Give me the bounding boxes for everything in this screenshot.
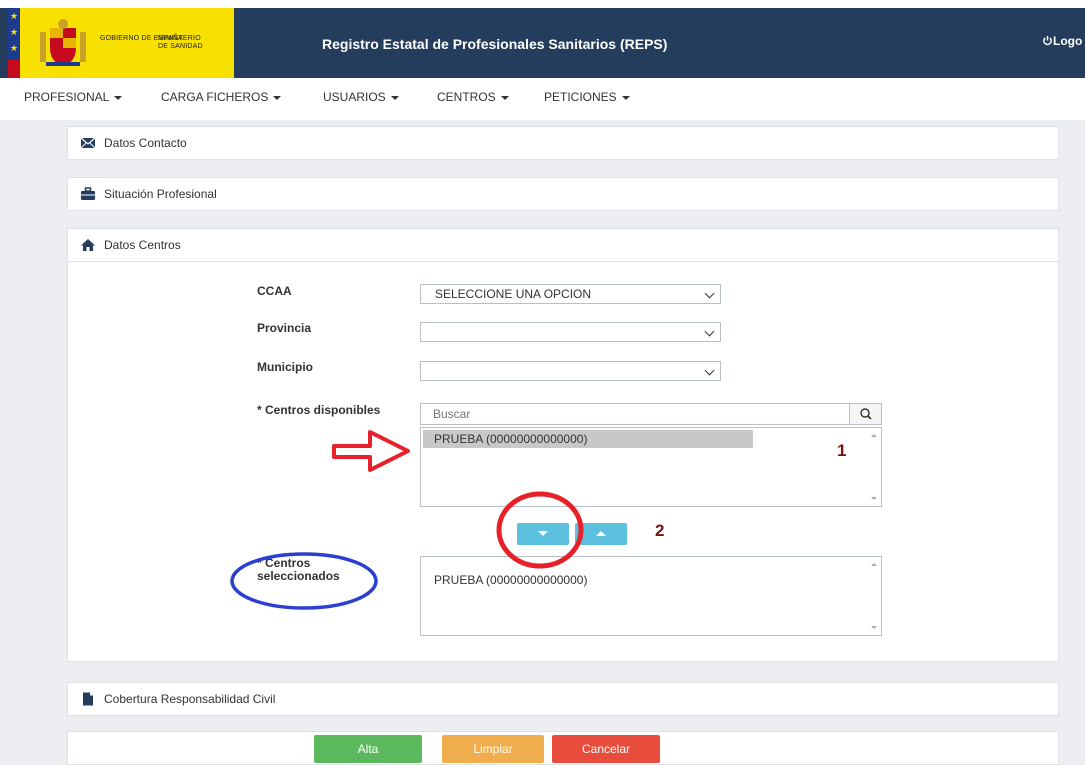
move-up-button[interactable] — [575, 523, 627, 545]
centros-seleccionados-list[interactable]: PRUEBA (00000000000000) — [420, 556, 882, 636]
menu-centros[interactable]: CENTROS — [437, 90, 509, 104]
section-header[interactable]: Datos Centros — [68, 229, 1058, 261]
scroll-down-icon — [871, 497, 877, 500]
section-title: Datos Centros — [104, 238, 181, 252]
centros-disponibles-label: * Centros disponibles — [257, 403, 381, 417]
scroll-up-icon — [871, 563, 877, 566]
chevron-down-icon — [500, 95, 509, 100]
chevron-down-icon — [704, 288, 715, 299]
centros-disponibles-list[interactable]: PRUEBA (00000000000000) — [420, 427, 882, 507]
section-title: Cobertura Responsabilidad Civil — [104, 692, 276, 706]
section-title: Datos Contacto — [104, 136, 187, 150]
chevron-down-icon — [704, 365, 715, 376]
centros-form: CCAA SELECCIONE UNA OPCION Provincia Mun… — [68, 261, 1058, 661]
limpiar-button[interactable]: Limpiar — [442, 735, 544, 763]
section-cobertura-responsabilidad-civil[interactable]: Cobertura Responsabilidad Civil — [67, 682, 1059, 716]
section-situacion-profesional[interactable]: Situación Profesional — [67, 177, 1059, 211]
file-icon — [83, 692, 93, 706]
section-title: Situación Profesional — [104, 187, 217, 201]
municipio-label: Municipio — [257, 360, 313, 374]
chevron-down-icon — [621, 95, 630, 100]
menu-peticiones[interactable]: PETICIONES — [544, 90, 630, 104]
move-down-button[interactable] — [517, 523, 569, 545]
menu-usuarios[interactable]: USUARIOS — [323, 90, 399, 104]
list-item[interactable]: PRUEBA (00000000000000) — [434, 573, 587, 587]
section-datos-contacto[interactable]: Datos Contacto — [67, 126, 1059, 160]
list-item[interactable]: PRUEBA (00000000000000) — [423, 430, 753, 448]
home-icon — [81, 239, 95, 251]
scroll-down-icon — [871, 626, 877, 629]
government-logo: ★ ★ ★ GOBIERNO DE ESPAÑA MINISTERIO DE S… — [8, 8, 234, 78]
power-icon — [1043, 35, 1052, 46]
logout-button[interactable]: Logo — [1042, 34, 1082, 48]
chevron-down-icon — [704, 326, 715, 337]
search-button[interactable] — [849, 404, 881, 424]
ccaa-select[interactable]: SELECCIONE UNA OPCION — [420, 284, 721, 304]
alta-button[interactable]: Alta — [314, 735, 422, 763]
page-title: Registro Estatal de Profesionales Sanita… — [322, 36, 668, 52]
briefcase-icon — [81, 187, 95, 200]
app-header: ★ ★ ★ GOBIERNO DE ESPAÑA MINISTERIO DE S… — [0, 8, 1085, 78]
ccaa-value: SELECCIONE UNA OPCION — [435, 287, 592, 301]
centros-seleccionados-label: * Centros seleccionados — [257, 556, 340, 583]
scroll-up-icon — [871, 434, 877, 437]
chevron-down-icon — [114, 95, 123, 100]
annotation-step-2: 2 — [655, 521, 665, 540]
coat-of-arms-icon — [40, 19, 86, 66]
logout-label: Logo — [1053, 34, 1083, 48]
eu-flag-strip: ★ ★ ★ — [8, 8, 20, 78]
main-menu: PROFESIONAL CARGA FICHEROS USUARIOS CENT… — [0, 80, 1085, 118]
chevron-down-icon — [390, 95, 399, 100]
list-scrollbar[interactable] — [867, 557, 881, 635]
logo-ministerio-text: MINISTERIO DE SANIDAD — [158, 35, 203, 50]
action-bar: Alta Limpiar Cancelar — [67, 731, 1059, 765]
caret-up-icon — [596, 531, 606, 536]
chevron-down-icon — [273, 95, 282, 100]
section-datos-centros: Datos Centros CCAA SELECCIONE UNA OPCION… — [67, 228, 1059, 662]
provincia-select[interactable] — [420, 322, 721, 342]
ccaa-label: CCAA — [257, 284, 292, 298]
centros-search — [420, 403, 882, 425]
envelope-icon — [80, 137, 96, 149]
municipio-select[interactable] — [420, 361, 721, 381]
menu-carga-ficheros[interactable]: CARGA FICHEROS — [161, 90, 282, 104]
caret-down-icon — [538, 531, 548, 536]
search-icon — [860, 408, 872, 420]
cancelar-button[interactable]: Cancelar — [552, 735, 660, 763]
list-scrollbar[interactable] — [867, 428, 881, 506]
annotation-step-1: 1 — [837, 441, 847, 460]
provincia-label: Provincia — [257, 321, 312, 335]
menu-profesional[interactable]: PROFESIONAL — [24, 90, 123, 104]
centros-search-input[interactable] — [421, 404, 841, 424]
